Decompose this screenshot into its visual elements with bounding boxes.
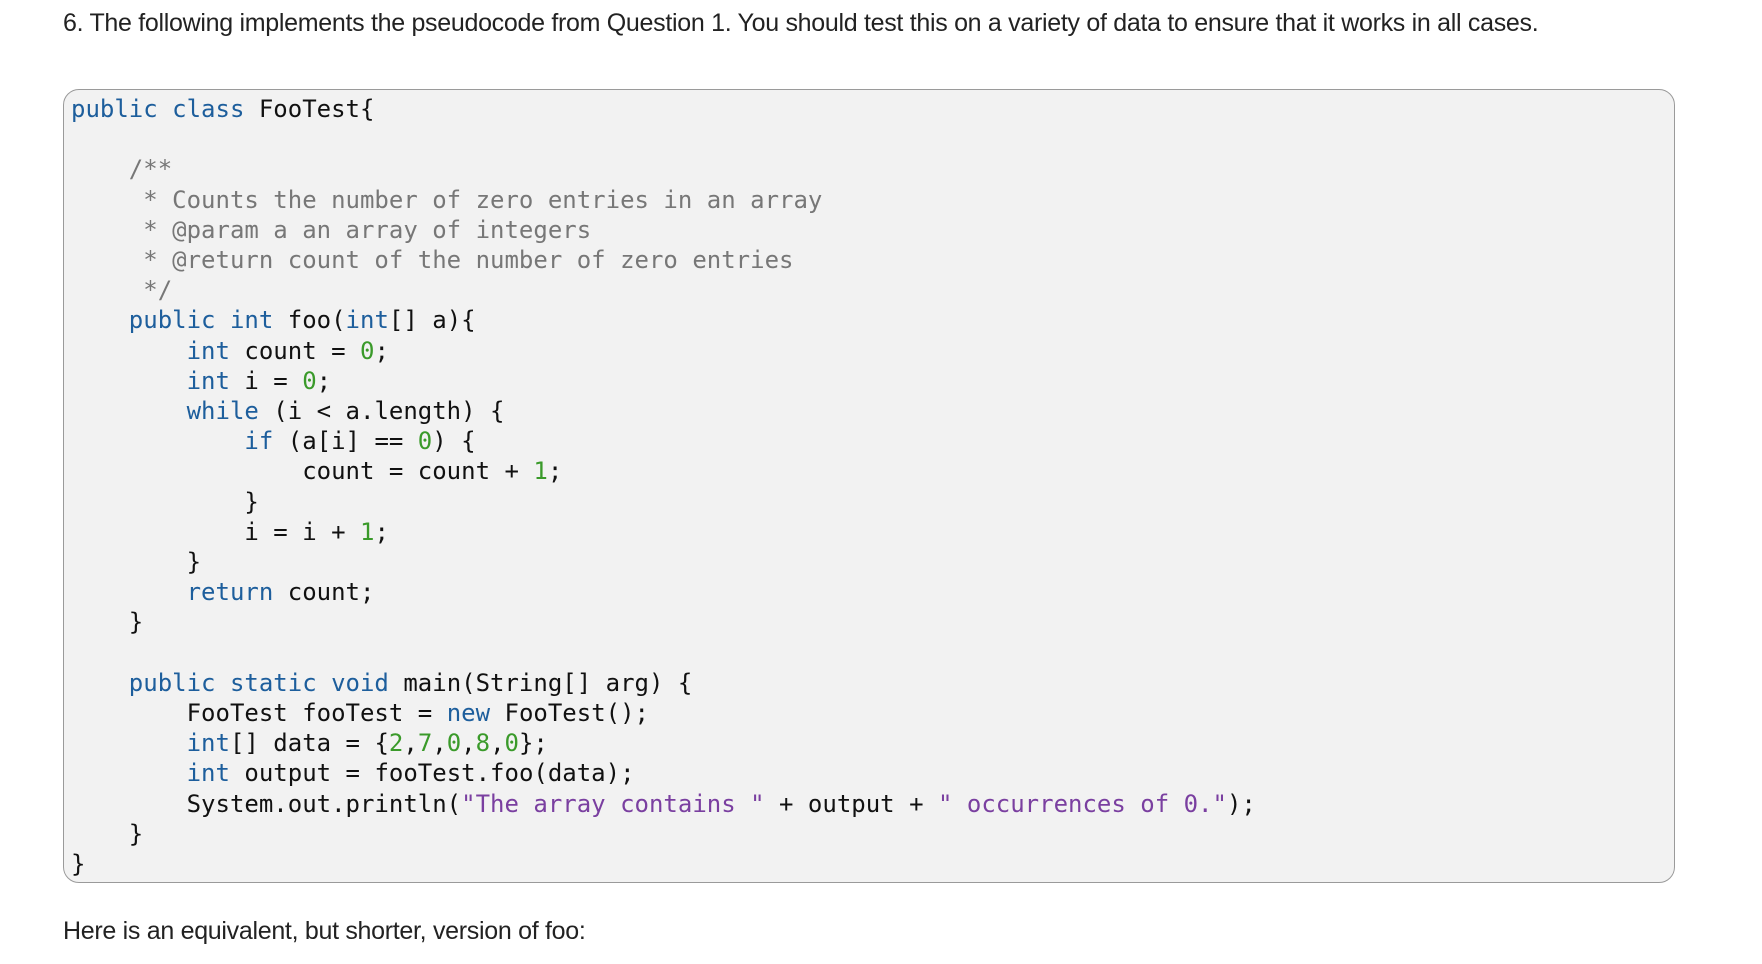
code-line: /** (71, 154, 1256, 184)
code-token: i = (229, 366, 303, 395)
code-token: 0 (446, 729, 462, 758)
code-line: int[] data = {2,7,0,8,0}; (71, 728, 1256, 758)
code-token: /** (71, 155, 173, 184)
code-token: 0 (417, 427, 433, 456)
code-token: 0 (302, 366, 317, 395)
code-token: (a[i] == (273, 427, 418, 456)
code-token: (i < a.length) { (258, 397, 505, 426)
code-token: }; (518, 729, 548, 758)
code-token: [] a){ (388, 306, 476, 335)
code-block: public class FooTest{ /** * Counts the n… (63, 89, 1675, 883)
code-line: int output = fooTest.foo(data); (71, 758, 1256, 788)
follow-up-text: Here is an equivalent, but shorter, vers… (63, 917, 586, 945)
code-token: int (345, 306, 389, 335)
code-token: 1 (533, 457, 548, 486)
code-line: } (71, 607, 1256, 637)
code-token: int (71, 336, 230, 365)
code-token: } (71, 487, 259, 516)
code-token: FooTest fooTest = (71, 699, 447, 728)
code-token: + output + (764, 789, 938, 818)
code-line: FooTest fooTest = new FooTest(); (71, 698, 1256, 728)
code-token: FooTest{ (244, 95, 375, 123)
code-token: 8 (475, 729, 491, 758)
question-text: 6. The following implements the pseudoco… (63, 9, 1539, 37)
code-token: main(String[] arg) { (388, 668, 693, 697)
code-token: 1 (359, 517, 375, 546)
code-token: return (71, 578, 274, 607)
code-token: ; (316, 366, 332, 395)
code-token: , (461, 729, 476, 758)
code-token: ; (374, 336, 389, 365)
code-token: 2 (388, 729, 404, 758)
code-line: int count = 0; (71, 336, 1256, 366)
code-token: i = i + (71, 517, 360, 546)
code-token: ; (547, 457, 563, 486)
code-token: } (71, 548, 202, 577)
code-line: System.out.println("The array contains "… (71, 789, 1256, 819)
code-token: } (71, 608, 144, 637)
code-line: * @return count of the number of zero en… (71, 245, 1256, 275)
code-token: [] data = { (229, 729, 389, 758)
code-line: } (71, 849, 1256, 879)
code-token: ; (374, 517, 389, 546)
code-token: , (403, 729, 418, 758)
code-line: * Counts the number of zero entries in a… (71, 185, 1256, 215)
code-token: , (490, 729, 505, 758)
code-token: 7 (417, 729, 433, 758)
code-token: ) { (432, 427, 476, 456)
code-line: if (a[i] == 0) { (71, 426, 1256, 456)
code-line: public int foo(int[] a){ (71, 305, 1256, 335)
code-token: count; (273, 578, 375, 607)
code-token: */ (71, 276, 173, 305)
code-token: count = count + (71, 457, 534, 486)
code-token: System.out.println( (71, 789, 462, 818)
code-token: count = (229, 336, 360, 365)
code-line: */ (71, 275, 1256, 305)
code-token: ); (1226, 789, 1256, 818)
code-token: foo( (273, 306, 346, 335)
code-token: FooTest(); (490, 699, 649, 728)
code-token: int (71, 366, 230, 395)
code-token: } (71, 819, 144, 848)
code-line: public static void main(String[] arg) { (71, 668, 1256, 698)
code-line: } (71, 819, 1256, 849)
code-token: int (71, 759, 230, 788)
code-line: i = i + 1; (71, 517, 1256, 547)
code-token: * Counts the number of zero entries in a… (71, 185, 823, 214)
code-token: 0 (504, 729, 519, 758)
code-line: * @param a an array of integers (71, 215, 1256, 245)
code-token: * @return count of the number of zero en… (71, 246, 794, 275)
code-token: public int (71, 306, 274, 335)
code-token: "The array contains " (461, 789, 765, 818)
code-token: output = fooTest.foo(data); (229, 759, 635, 788)
code-token: if (71, 427, 274, 456)
java-code: public class FooTest{ /** * Counts the n… (71, 94, 1256, 879)
code-line: } (71, 547, 1256, 577)
code-line: } (71, 487, 1256, 517)
code-token: 0 (360, 336, 375, 365)
code-token: int (71, 729, 230, 758)
code-token: while (71, 397, 259, 426)
code-line: while (i < a.length) { (71, 396, 1256, 426)
code-token: public static void (71, 668, 389, 697)
code-line: public class FooTest{ (71, 94, 1256, 124)
code-line: return count; (71, 577, 1256, 607)
code-token: } (71, 850, 86, 879)
code-token: " occurrences of 0." (937, 789, 1227, 818)
code-line: count = count + 1; (71, 456, 1256, 486)
code-line: int i = 0; (71, 366, 1256, 396)
code-token: , (432, 729, 447, 758)
code-token: * @param a an array of integers (71, 215, 592, 244)
code-token: new (446, 699, 491, 728)
code-token: public class (71, 95, 245, 123)
